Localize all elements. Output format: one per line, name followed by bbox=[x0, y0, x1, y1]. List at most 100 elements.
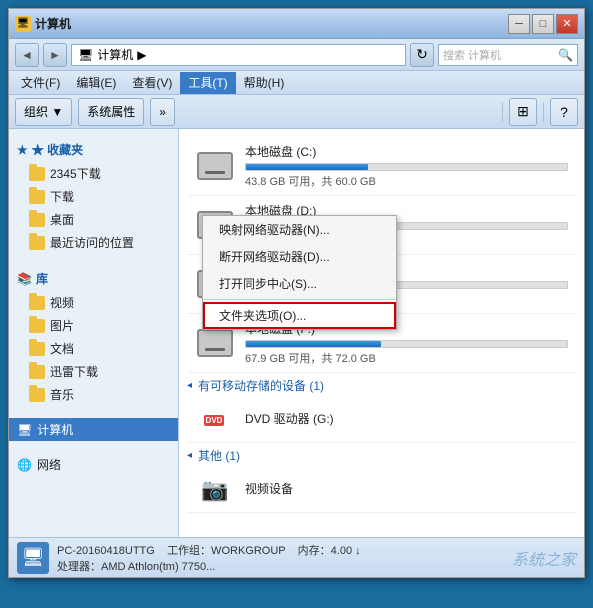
drive-info-c: 本地磁盘 (C:) 43.8 GB 可用，共 60.0 GB bbox=[245, 143, 568, 189]
drive-item-d[interactable]: 本地磁盘 (D:) 63.1 GB 可用，共 82.9 GB bbox=[187, 196, 576, 255]
library-section: 📚 库 视频 图片 文档 迅雷下载 bbox=[9, 266, 178, 406]
library-icon: 📚 bbox=[17, 272, 32, 286]
network-icon: 🌐 bbox=[17, 458, 32, 472]
drive-name-c: 本地磁盘 (C:) bbox=[245, 143, 568, 160]
toolbar-separator bbox=[502, 102, 503, 122]
refresh-button[interactable]: ↻ bbox=[410, 43, 434, 67]
status-computer-icon: 🖥 bbox=[17, 542, 49, 574]
main-content: ★ ★ 收藏夹 2345下载 下载 桌面 最近访问的位置 bbox=[9, 129, 584, 537]
drive-bar-fill-f bbox=[246, 341, 381, 347]
drive-name-dvd: DVD 驱动器 (G:) bbox=[245, 410, 568, 427]
back-button[interactable]: ◄ bbox=[15, 43, 39, 67]
drive-size-f: 67.9 GB 可用，共 72.0 GB bbox=[245, 350, 568, 366]
maximize-button[interactable]: □ bbox=[532, 14, 554, 34]
sidebar-item-thunder[interactable]: 迅雷下载 bbox=[9, 360, 178, 383]
drive-name-camera: 视频设备 bbox=[245, 480, 568, 497]
dvd-icon: DVD bbox=[197, 406, 233, 434]
title-buttons: ─ □ ✕ bbox=[508, 14, 578, 34]
drive-size-c: 43.8 GB 可用，共 60.0 GB bbox=[245, 173, 568, 189]
drive-icon-d bbox=[195, 209, 235, 241]
drive-bar-fill-e bbox=[246, 282, 288, 288]
sidebar-item-video[interactable]: 视频 bbox=[9, 291, 178, 314]
status-processor: 处理器：AMD Athlon(tm) 7750... bbox=[57, 558, 504, 574]
path-text: 计算机 bbox=[97, 46, 133, 63]
help-button[interactable]: ? bbox=[550, 98, 578, 126]
library-header[interactable]: 📚 库 bbox=[9, 266, 178, 291]
minimize-button[interactable]: ─ bbox=[508, 14, 530, 34]
hdd-icon bbox=[197, 329, 233, 357]
toolbar: 组织 ▼ 系统属性 » ⊞ ? bbox=[9, 95, 584, 129]
drive-icon-dvd: DVD bbox=[195, 404, 235, 436]
drive-item-dvd[interactable]: DVD DVD 驱动器 (G:) bbox=[187, 398, 576, 443]
sidebar-item-download[interactable]: 下载 bbox=[9, 185, 178, 208]
menu-help[interactable]: 帮助(H) bbox=[236, 72, 293, 94]
hdd-icon bbox=[197, 270, 233, 298]
folder-icon bbox=[29, 236, 45, 250]
network-section: 🌐 网络 bbox=[9, 453, 178, 476]
hdd-icon bbox=[197, 152, 233, 180]
favorites-section: ★ ★ 收藏夹 2345下载 下载 桌面 最近访问的位置 bbox=[9, 137, 178, 254]
folder-icon bbox=[29, 319, 45, 333]
system-props-button[interactable]: 系统属性 bbox=[78, 98, 144, 126]
drive-item-f[interactable]: 本地磁盘 (F:) 67.9 GB 可用，共 72.0 GB bbox=[187, 314, 576, 373]
sidebar-item-recent[interactable]: 最近访问的位置 bbox=[9, 231, 178, 254]
removable-section-header[interactable]: 有可移动存储的设备 (1) bbox=[187, 373, 576, 398]
view-icon: ⊞ bbox=[517, 103, 529, 120]
other-section-header[interactable]: 其他 (1) bbox=[187, 443, 576, 468]
toolbar-separator2 bbox=[543, 102, 544, 122]
drive-item-camera[interactable]: 📷 视频设备 bbox=[187, 468, 576, 513]
sidebar-item-computer[interactable]: 🖥 计算机 bbox=[9, 418, 178, 441]
more-button[interactable]: » bbox=[150, 98, 175, 126]
organize-button[interactable]: 组织 ▼ bbox=[15, 98, 72, 126]
view-toggle-button[interactable]: ⊞ bbox=[509, 98, 537, 126]
computer-icon: 🖥 bbox=[17, 423, 32, 437]
search-box[interactable]: 搜索 计算机 🔍 bbox=[438, 44, 578, 66]
drive-name-d: 本地磁盘 (D:) bbox=[245, 202, 568, 219]
status-watermark: 系统之家 bbox=[512, 546, 576, 570]
drive-size-e: 75.9 GB 可用，共 82.9 GB bbox=[245, 291, 568, 307]
menu-bar: 文件(F) 编辑(E) 查看(V) 工具(T) 帮助(H) bbox=[9, 71, 584, 95]
drive-bar-bg-c bbox=[245, 163, 568, 171]
sidebar-item-music[interactable]: 音乐 bbox=[9, 383, 178, 406]
menu-tools[interactable]: 工具(T) bbox=[180, 72, 235, 94]
drive-bar-bg-e bbox=[245, 281, 568, 289]
address-path[interactable]: 🖥 计算机 ▶ bbox=[71, 44, 406, 66]
sidebar-item-pictures[interactable]: 图片 bbox=[9, 314, 178, 337]
memory-label: 内存：4.00 ↓ bbox=[298, 545, 361, 557]
help-icon: ? bbox=[560, 104, 568, 120]
drive-info-camera: 视频设备 bbox=[245, 480, 568, 500]
address-bar: ◄ ► 🖥 计算机 ▶ ↻ 搜索 计算机 🔍 bbox=[9, 39, 584, 71]
sidebar-item-2345[interactable]: 2345下载 bbox=[9, 162, 178, 185]
drive-bar-fill-c bbox=[246, 164, 368, 170]
search-icon: 🔍 bbox=[558, 48, 573, 62]
drive-size-d: 63.1 GB 可用，共 82.9 GB bbox=[245, 232, 568, 248]
status-bar: 🖥 PC-20160418UTTG 工作组：WORKGROUP 内存：4.00 … bbox=[9, 537, 584, 577]
sidebar-item-documents[interactable]: 文档 bbox=[9, 337, 178, 360]
drive-info-e: 本地磁盘 (E:) 75.9 GB 可用，共 82.9 GB bbox=[245, 261, 568, 307]
folder-icon bbox=[29, 190, 45, 204]
menu-view[interactable]: 查看(V) bbox=[124, 72, 180, 94]
title-bar: 🖥 计算机 ─ □ ✕ bbox=[9, 9, 584, 39]
drive-item-e[interactable]: 本地磁盘 (E:) 75.9 GB 可用，共 82.9 GB bbox=[187, 255, 576, 314]
sidebar: ★ ★ 收藏夹 2345下载 下载 桌面 最近访问的位置 bbox=[9, 129, 179, 537]
drive-icon-camera: 📷 bbox=[195, 474, 235, 506]
folder-icon bbox=[29, 388, 45, 402]
drive-bar-fill-d bbox=[246, 223, 323, 229]
favorites-header[interactable]: ★ ★ 收藏夹 bbox=[9, 137, 178, 162]
folder-icon bbox=[29, 296, 45, 310]
sidebar-item-desktop[interactable]: 桌面 bbox=[9, 208, 178, 231]
folder-icon bbox=[29, 167, 45, 181]
drive-name-f: 本地磁盘 (F:) bbox=[245, 320, 568, 337]
sidebar-item-network[interactable]: 🌐 网络 bbox=[9, 453, 178, 476]
drive-info-dvd: DVD 驱动器 (G:) bbox=[245, 410, 568, 430]
drive-icon-f bbox=[195, 327, 235, 359]
menu-edit[interactable]: 编辑(E) bbox=[68, 72, 124, 94]
window-title: 计算机 bbox=[35, 15, 71, 32]
path-icon: 🖥 bbox=[78, 48, 93, 62]
file-area: 本地磁盘 (C:) 43.8 GB 可用，共 60.0 GB 本地磁盘 (D:) bbox=[179, 129, 584, 537]
drive-item-c[interactable]: 本地磁盘 (C:) 43.8 GB 可用，共 60.0 GB bbox=[187, 137, 576, 196]
menu-file[interactable]: 文件(F) bbox=[13, 72, 68, 94]
folder-icon bbox=[29, 365, 45, 379]
forward-button[interactable]: ► bbox=[43, 43, 67, 67]
close-button[interactable]: ✕ bbox=[556, 14, 578, 34]
